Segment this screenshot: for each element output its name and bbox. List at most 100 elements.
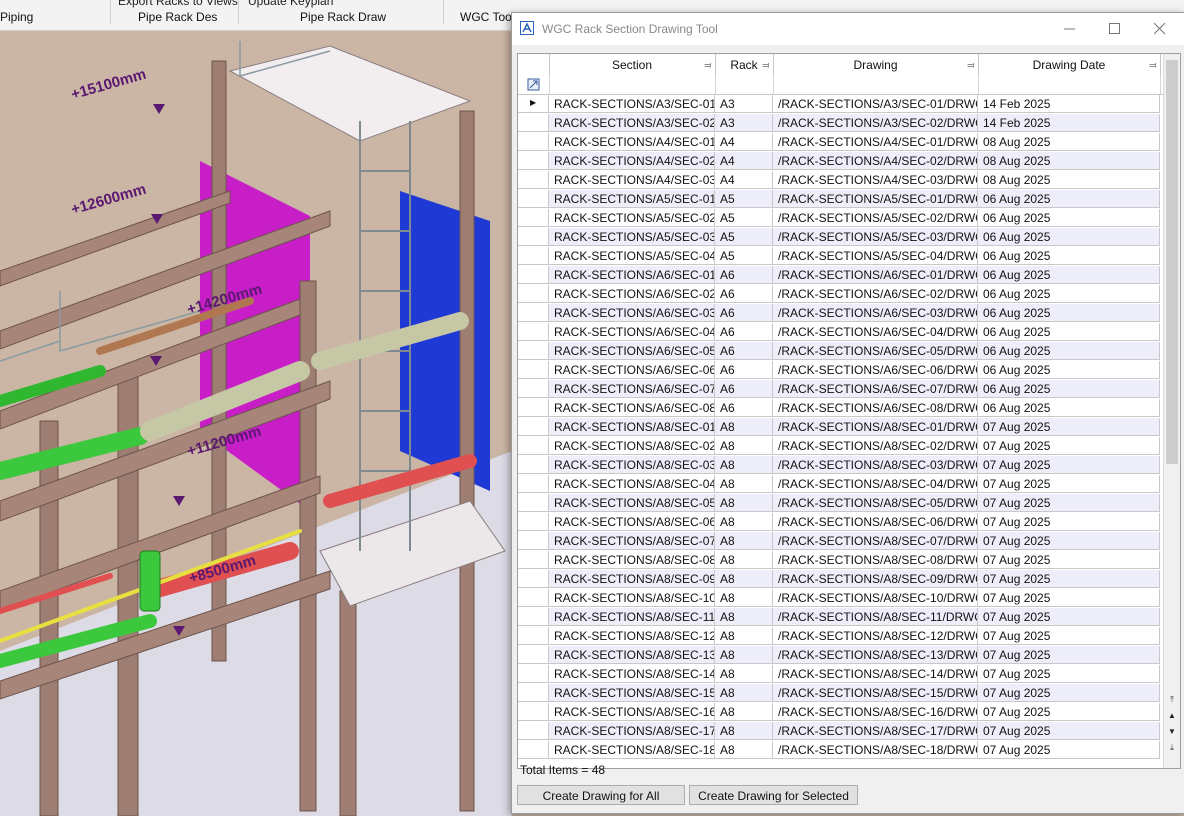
cell-rack[interactable]: A8 (715, 513, 773, 531)
cell-drawing[interactable]: /RACK-SECTIONS/A8/SEC-02/DRWG (773, 437, 978, 455)
cell-drawing[interactable]: /RACK-SECTIONS/A8/SEC-04/DRWG (773, 475, 978, 493)
cell-rack[interactable]: A8 (715, 741, 773, 759)
table-row[interactable]: RACK-SECTIONS/A8/SEC-12 A8/RACK-SECTIONS/… (518, 627, 1163, 646)
row-selector[interactable] (518, 133, 549, 151)
cell-drawing[interactable]: /RACK-SECTIONS/A6/SEC-04/DRWG (773, 323, 978, 341)
cell-date[interactable]: 06 Aug 2025 (978, 380, 1160, 398)
vertical-scrollbar[interactable]: ⤒ ▲ ▼ ⤓ (1163, 54, 1180, 768)
cell-drawing[interactable]: /RACK-SECTIONS/A5/SEC-01/DRWG (773, 190, 978, 208)
row-selector[interactable] (518, 494, 549, 512)
row-selector[interactable] (518, 190, 549, 208)
cell-drawing[interactable]: /RACK-SECTIONS/A8/SEC-10/DRWG (773, 589, 978, 607)
cell-section[interactable]: RACK-SECTIONS/A6/SEC-07 (549, 380, 715, 398)
cell-date[interactable]: 07 Aug 2025 (978, 494, 1160, 512)
cell-date[interactable]: 14 Feb 2025 (978, 114, 1160, 132)
cell-date[interactable]: 06 Aug 2025 (978, 342, 1160, 360)
table-row[interactable]: RACK-SECTIONS/A6/SEC-07 A6/RACK-SECTIONS/… (518, 380, 1163, 399)
cell-drawing[interactable]: /RACK-SECTIONS/A8/SEC-08/DRWG (773, 551, 978, 569)
table-row[interactable]: RACK-SECTIONS/A8/SEC-18 A8/RACK-SECTIONS/… (518, 741, 1163, 760)
cell-rack[interactable]: A8 (715, 532, 773, 550)
cell-section[interactable]: RACK-SECTIONS/A8/SEC-09 (549, 570, 715, 588)
cell-drawing[interactable]: /RACK-SECTIONS/A5/SEC-02/DRWG (773, 209, 978, 227)
row-selector[interactable] (518, 361, 549, 379)
cell-drawing[interactable]: /RACK-SECTIONS/A4/SEC-02/DRWG (773, 152, 978, 170)
cell-rack[interactable]: A6 (715, 266, 773, 284)
cell-section[interactable]: RACK-SECTIONS/A3/SEC-01 (549, 95, 715, 113)
filter-icon-cell[interactable] (518, 76, 550, 94)
pin-icon[interactable]: ⫤ (704, 54, 711, 76)
table-row[interactable]: RACK-SECTIONS/A6/SEC-08 A6/RACK-SECTIONS/… (518, 399, 1163, 418)
cell-date[interactable]: 07 Aug 2025 (978, 589, 1160, 607)
row-selector[interactable] (518, 475, 549, 493)
row-selector[interactable] (518, 608, 549, 626)
row-selector[interactable] (518, 380, 549, 398)
cell-rack[interactable]: A6 (715, 380, 773, 398)
row-selector[interactable] (518, 722, 549, 740)
scroll-down-icon[interactable]: ▼ (1166, 726, 1178, 738)
cell-section[interactable]: RACK-SECTIONS/A8/SEC-04 (549, 475, 715, 493)
table-row[interactable]: RACK-SECTIONS/A8/SEC-07 A8/RACK-SECTIONS/… (518, 532, 1163, 551)
cell-date[interactable]: 06 Aug 2025 (978, 304, 1160, 322)
cell-section[interactable]: RACK-SECTIONS/A8/SEC-17 (549, 722, 715, 740)
filter-section[interactable] (549, 76, 716, 94)
cell-section[interactable]: RACK-SECTIONS/A8/SEC-11 (549, 608, 715, 626)
cell-date[interactable]: 06 Aug 2025 (978, 323, 1160, 341)
cell-section[interactable]: RACK-SECTIONS/A6/SEC-06 (549, 361, 715, 379)
cell-date[interactable]: 06 Aug 2025 (978, 228, 1160, 246)
cell-drawing[interactable]: /RACK-SECTIONS/A8/SEC-09/DRWG (773, 570, 978, 588)
cell-date[interactable]: 06 Aug 2025 (978, 209, 1160, 227)
create-drawing-all-button[interactable]: Create Drawing for All (517, 785, 685, 805)
cell-rack[interactable]: A8 (715, 570, 773, 588)
table-row[interactable]: RACK-SECTIONS/A8/SEC-08 A8/RACK-SECTIONS/… (518, 551, 1163, 570)
scroll-up-icon[interactable]: ▲ (1166, 710, 1178, 722)
filter-drawing-date[interactable] (978, 76, 1161, 94)
minimize-button[interactable] (1047, 13, 1093, 45)
cell-date[interactable]: 06 Aug 2025 (978, 361, 1160, 379)
cell-section[interactable]: RACK-SECTIONS/A8/SEC-16 (549, 703, 715, 721)
cell-section[interactable]: RACK-SECTIONS/A5/SEC-04 (549, 247, 715, 265)
column-header-drawing[interactable]: Drawing ⫤ (773, 54, 979, 76)
scroll-last-icon[interactable]: ⤓ (1166, 742, 1178, 754)
table-row[interactable]: RACK-SECTIONS/A5/SEC-03 A5/RACK-SECTIONS/… (518, 228, 1163, 247)
cell-rack[interactable]: A6 (715, 399, 773, 417)
row-selector[interactable] (518, 152, 549, 170)
row-selector[interactable] (518, 418, 549, 436)
table-row[interactable]: RACK-SECTIONS/A8/SEC-15 A8/RACK-SECTIONS/… (518, 684, 1163, 703)
column-header-rack[interactable]: Rack ⫤ (715, 54, 774, 76)
row-selector[interactable] (518, 437, 549, 455)
ribbon-export-racks[interactable]: Export Racks to Views (118, 0, 238, 8)
cell-date[interactable]: 07 Aug 2025 (978, 570, 1160, 588)
cell-drawing[interactable]: /RACK-SECTIONS/A6/SEC-01/DRWG (773, 266, 978, 284)
cell-rack[interactable]: A8 (715, 494, 773, 512)
ribbon-tab-pipe-rack-draw[interactable]: Pipe Rack Draw (300, 10, 386, 24)
cell-section[interactable]: RACK-SECTIONS/A4/SEC-03 (549, 171, 715, 189)
row-selector[interactable] (518, 171, 549, 189)
table-row[interactable]: RACK-SECTIONS/A8/SEC-03 A8/RACK-SECTIONS/… (518, 456, 1163, 475)
cell-drawing[interactable]: /RACK-SECTIONS/A8/SEC-18/DRWG (773, 741, 978, 759)
cell-section[interactable]: RACK-SECTIONS/A4/SEC-02 (549, 152, 715, 170)
cell-section[interactable]: RACK-SECTIONS/A6/SEC-02 (549, 285, 715, 303)
create-drawing-selected-button[interactable]: Create Drawing for Selected (689, 785, 858, 805)
row-selector[interactable] (518, 646, 549, 664)
cell-section[interactable]: RACK-SECTIONS/A8/SEC-14 (549, 665, 715, 683)
cell-drawing[interactable]: /RACK-SECTIONS/A6/SEC-02/DRWG (773, 285, 978, 303)
cell-drawing[interactable]: /RACK-SECTIONS/A8/SEC-06/DRWG (773, 513, 978, 531)
table-row[interactable]: ▶ RACK-SECTIONS/A3/SEC-01 A3/RACK-SECTIONS… (518, 95, 1163, 114)
cell-date[interactable]: 07 Aug 2025 (978, 684, 1160, 702)
cell-date[interactable]: 07 Aug 2025 (978, 551, 1160, 569)
cell-drawing[interactable]: /RACK-SECTIONS/A8/SEC-11/DRWG (773, 608, 978, 626)
sections-grid[interactable]: Section ⫤ Rack ⫤ Drawing ⫤ Drawing Date … (517, 53, 1181, 769)
table-row[interactable]: RACK-SECTIONS/A6/SEC-05 A6/RACK-SECTIONS/… (518, 342, 1163, 361)
row-selector[interactable] (518, 627, 549, 645)
cell-section[interactable]: RACK-SECTIONS/A3/SEC-02 (549, 114, 715, 132)
table-row[interactable]: RACK-SECTIONS/A8/SEC-05 A8/RACK-SECTIONS/… (518, 494, 1163, 513)
cell-rack[interactable]: A8 (715, 703, 773, 721)
cell-date[interactable]: 07 Aug 2025 (978, 475, 1160, 493)
cell-rack[interactable]: A5 (715, 228, 773, 246)
table-row[interactable]: RACK-SECTIONS/A6/SEC-03 A6/RACK-SECTIONS/… (518, 304, 1163, 323)
cell-rack[interactable]: A8 (715, 722, 773, 740)
cell-rack[interactable]: A8 (715, 437, 773, 455)
cell-drawing[interactable]: /RACK-SECTIONS/A8/SEC-17/DRWG (773, 722, 978, 740)
cell-date[interactable]: 07 Aug 2025 (978, 437, 1160, 455)
cell-date[interactable]: 06 Aug 2025 (978, 247, 1160, 265)
